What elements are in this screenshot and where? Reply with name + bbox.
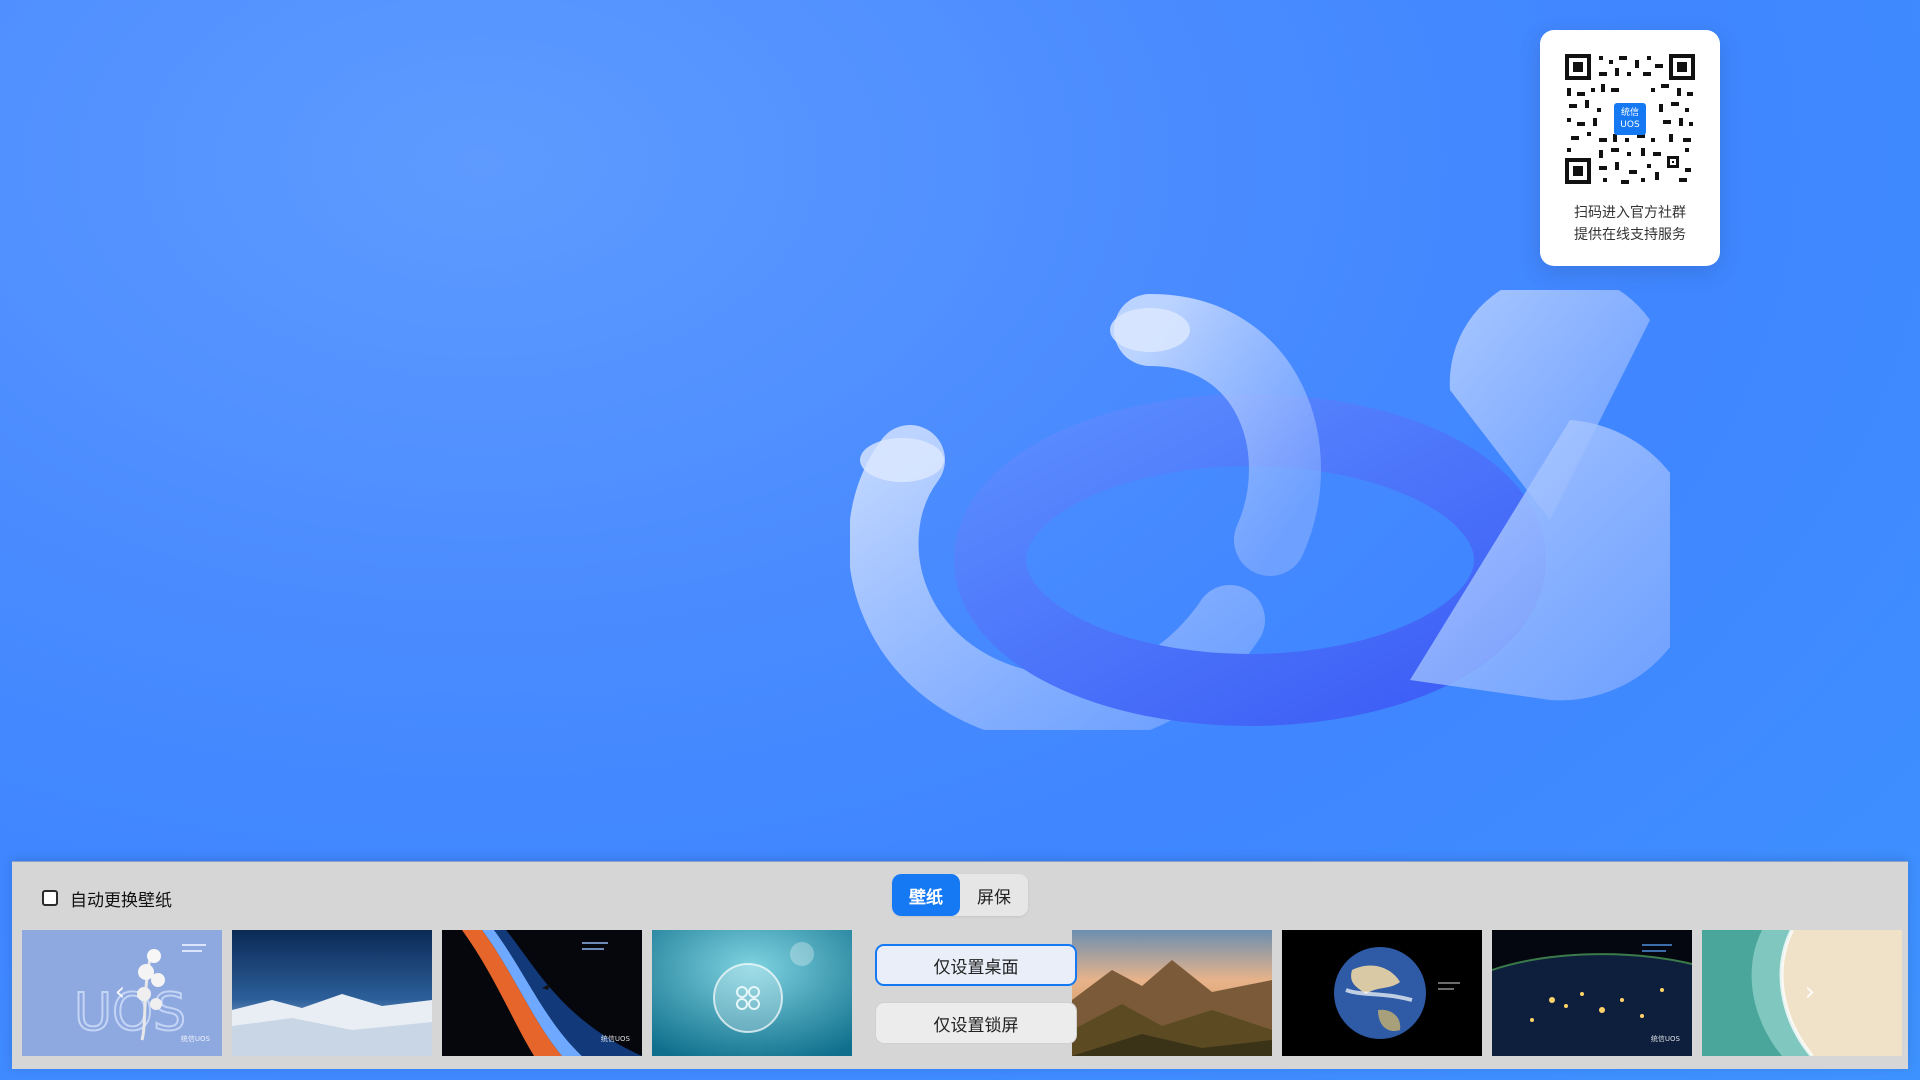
wallpaper-thumb-orchid[interactable]: UOS 统信UOS ‹ [22,930,222,1056]
badge-bottom-text: UOS [1620,120,1640,130]
tab-wallpaper[interactable]: 壁纸 [892,874,960,916]
wallpaper-chooser-panel: 自动更换壁纸 壁纸 屏保 UOS 统信UOS ‹ 统信UOS 统信UOS › 仅… [12,861,1908,1069]
auto-change-checkbox[interactable] [42,890,58,906]
wallpaper-thumbnail-strip: UOS 统信UOS ‹ 统信UOS 统信UOS › 仅设置桌面 仅设置锁屏 [22,930,1908,1056]
wallpaper-thumb-earth-night-lights[interactable]: 统信UOS [1492,930,1692,1056]
thumb-logo-text: 统信UOS [600,1035,630,1043]
auto-change-wallpaper-option[interactable]: 自动更换壁纸 [42,886,172,911]
prev-arrow-icon[interactable]: ‹ [108,977,132,1009]
thumb-logo-text: 统信UOS [1650,1035,1680,1043]
wallpaper-thumb-mountain-sunset[interactable] [1072,930,1272,1056]
qr-center-badge: 统信 UOS [1614,103,1646,135]
badge-top-text: 统信 [1620,108,1639,118]
desktop-wallpaper: 统信 UOS 扫码进入官方社群 提供在线支持服务 自动更换壁纸 壁纸 屏保 UO… [0,0,1920,1080]
wallpaper-thumb-snow-mountains[interactable] [232,930,432,1056]
wallpaper-thumb-beach-aerial[interactable]: › [1702,930,1902,1056]
qr-caption-line2: 提供在线支持服务 [1574,227,1686,243]
next-arrow-icon[interactable]: › [1798,977,1822,1009]
wallpaper-thumb-jellyfish[interactable] [652,930,852,1056]
qr-caption-line1: 扫码进入官方社群 [1574,205,1686,221]
mode-segmented-control: 壁纸 屏保 [892,874,1028,916]
set-lockscreen-only-button[interactable]: 仅设置锁屏 [875,1002,1077,1044]
wallpaper-thumb-earth-globe[interactable] [1282,930,1482,1056]
tab-screensaver[interactable]: 屏保 [960,874,1028,916]
qr-community-card[interactable]: 统信 UOS 扫码进入官方社群 提供在线支持服务 [1540,30,1720,266]
thumb-logo-text: 统信UOS [180,1035,210,1043]
auto-change-label: 自动更换壁纸 [70,890,172,911]
set-desktop-only-button[interactable]: 仅设置桌面 [875,944,1077,986]
wallpaper-3d-logo-art [850,290,1670,730]
wallpaper-thumb-space-horizon[interactable]: 统信UOS [442,930,642,1056]
